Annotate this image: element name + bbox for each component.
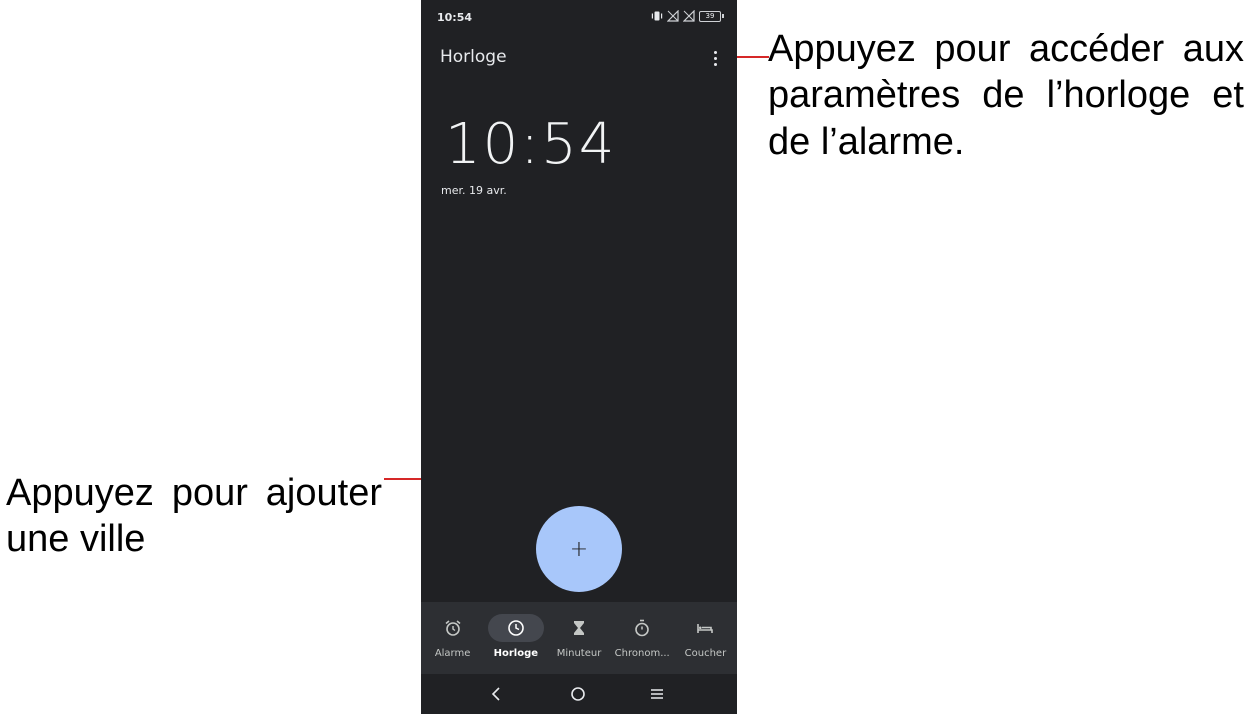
clock-icon (507, 620, 524, 636)
nav-item-stopwatch[interactable]: Chronom... (611, 602, 674, 674)
nav-icon-container (487, 614, 544, 642)
add-city-callout-line2: une ville (6, 518, 146, 561)
app-title: Horloge (440, 47, 507, 67)
more-vert-icon-dot (713, 56, 717, 60)
nav-icon-container (425, 614, 481, 642)
clock-date: mer. 19 avr. (441, 184, 507, 197)
bottom-navigation: Alarme Horloge Minuteur Chronom... Couch… (421, 602, 737, 674)
system-back-button[interactable] (486, 684, 506, 704)
nav-label-timer: Minuteur (556, 648, 602, 659)
clock-time: 10:54 (445, 112, 617, 177)
no-signal-icon-2 (683, 10, 695, 22)
no-signal-icon (667, 10, 679, 22)
nav-item-bedtime[interactable]: Coucher (674, 602, 737, 674)
stopwatch-icon (635, 619, 650, 637)
system-home-button[interactable] (568, 684, 588, 704)
hourglass-icon (574, 621, 584, 635)
nav-icon-container (677, 614, 733, 642)
system-navigation-bar (421, 674, 737, 714)
phone-screen: 10:54 39 Horloge 10:54 mer. 19 avr. + Al… (421, 0, 737, 714)
menu-lines-icon (651, 689, 663, 699)
nav-label-stopwatch: Chronom... (614, 648, 670, 659)
battery-icon: 39 (699, 10, 724, 22)
status-time: 10:54 (437, 11, 473, 24)
nav-item-clock[interactable]: Horloge (484, 602, 547, 674)
back-icon (491, 687, 500, 701)
nav-icon-container (551, 614, 607, 642)
add-city-callout: Appuyez pour ajouter une ville (6, 470, 382, 563)
more-vert-icon-dot (713, 62, 717, 66)
system-recents-button[interactable] (647, 684, 667, 704)
vibrate-icon (651, 11, 663, 21)
nav-icon-container (614, 614, 670, 642)
nav-label-alarm: Alarme (434, 648, 471, 659)
menu-callout-text: Appuyez pour accéder aux paramètres de l… (768, 28, 1244, 163)
status-icons: 39 (651, 10, 724, 22)
nav-item-timer[interactable]: Minuteur (547, 602, 610, 674)
status-bar: 10:54 39 (421, 0, 737, 32)
bed-icon (697, 624, 714, 633)
plus-icon: + (569, 536, 589, 562)
nav-label-bedtime: Coucher (684, 648, 727, 659)
nav-label-clock: Horloge (493, 648, 539, 659)
add-city-button[interactable]: + (536, 506, 622, 592)
alarm-icon (445, 620, 461, 636)
nav-item-alarm[interactable]: Alarme (421, 602, 484, 674)
circle-icon (571, 687, 585, 701)
add-city-callout-line1: Appuyez pour ajouter (6, 472, 382, 514)
more-options-button[interactable] (708, 48, 722, 68)
menu-callout: Appuyez pour accéder aux paramètres de l… (768, 26, 1244, 165)
more-vert-icon-dot (713, 50, 717, 54)
